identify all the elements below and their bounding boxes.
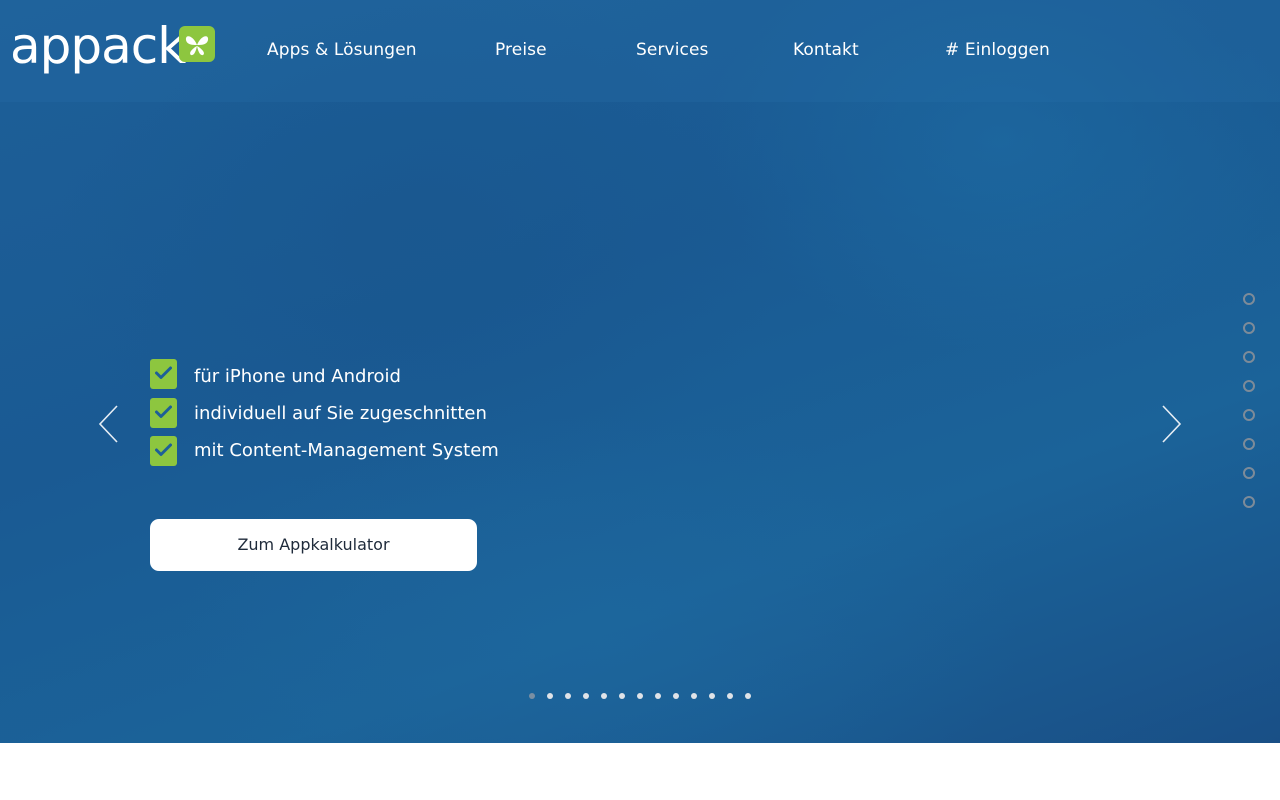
side-nav-dot[interactable]: [1243, 467, 1255, 479]
side-nav-dot[interactable]: [1243, 380, 1255, 392]
feature-text: mit Content-Management System: [194, 440, 499, 461]
slide-dot[interactable]: [565, 693, 571, 699]
logo-wordmark: appack: [10, 17, 186, 75]
check-icon: [150, 359, 177, 389]
slide-dot[interactable]: [601, 693, 607, 699]
feature-text: individuell auf Sie zugeschnitten: [194, 403, 487, 424]
nav-services[interactable]: Services: [636, 40, 709, 60]
check-icon: [150, 398, 177, 428]
slide-dot[interactable]: [691, 693, 697, 699]
butterfly-icon: [179, 26, 215, 62]
slide-dot[interactable]: [637, 693, 643, 699]
feature-text: für iPhone und Android: [194, 366, 401, 387]
slide-dot[interactable]: [529, 693, 535, 699]
side-nav-dot[interactable]: [1243, 496, 1255, 508]
side-nav-dot[interactable]: [1243, 293, 1255, 305]
slide-dot[interactable]: [619, 693, 625, 699]
nav-einloggen[interactable]: # Einloggen: [945, 40, 1050, 60]
slider-pagination: [529, 693, 759, 699]
nav-preise[interactable]: Preise: [495, 40, 547, 60]
check-icon: [150, 436, 177, 466]
nav-apps-loesungen[interactable]: Apps & Lösungen: [267, 40, 417, 60]
slide-dot[interactable]: [709, 693, 715, 699]
side-nav-dot[interactable]: [1243, 438, 1255, 450]
slide-dot[interactable]: [727, 693, 733, 699]
site-header: appack Apps & Lösungen Preise Services K…: [0, 0, 1280, 102]
slide-dot[interactable]: [547, 693, 553, 699]
slide-dot[interactable]: [655, 693, 661, 699]
appack-logo[interactable]: appack: [10, 18, 220, 74]
hero-section: appack Apps & Lösungen Preise Services K…: [0, 0, 1280, 743]
slide-dot[interactable]: [745, 693, 751, 699]
slide-dot[interactable]: [583, 693, 589, 699]
appkalkulator-button[interactable]: Zum Appkalkulator: [150, 519, 477, 571]
chevron-right-icon[interactable]: [1159, 404, 1183, 444]
chevron-left-icon[interactable]: [97, 404, 121, 444]
nav-kontakt[interactable]: Kontakt: [793, 40, 859, 60]
side-nav-dot[interactable]: [1243, 322, 1255, 334]
side-nav-dot[interactable]: [1243, 409, 1255, 421]
slide-dot[interactable]: [673, 693, 679, 699]
side-nav-dot[interactable]: [1243, 351, 1255, 363]
